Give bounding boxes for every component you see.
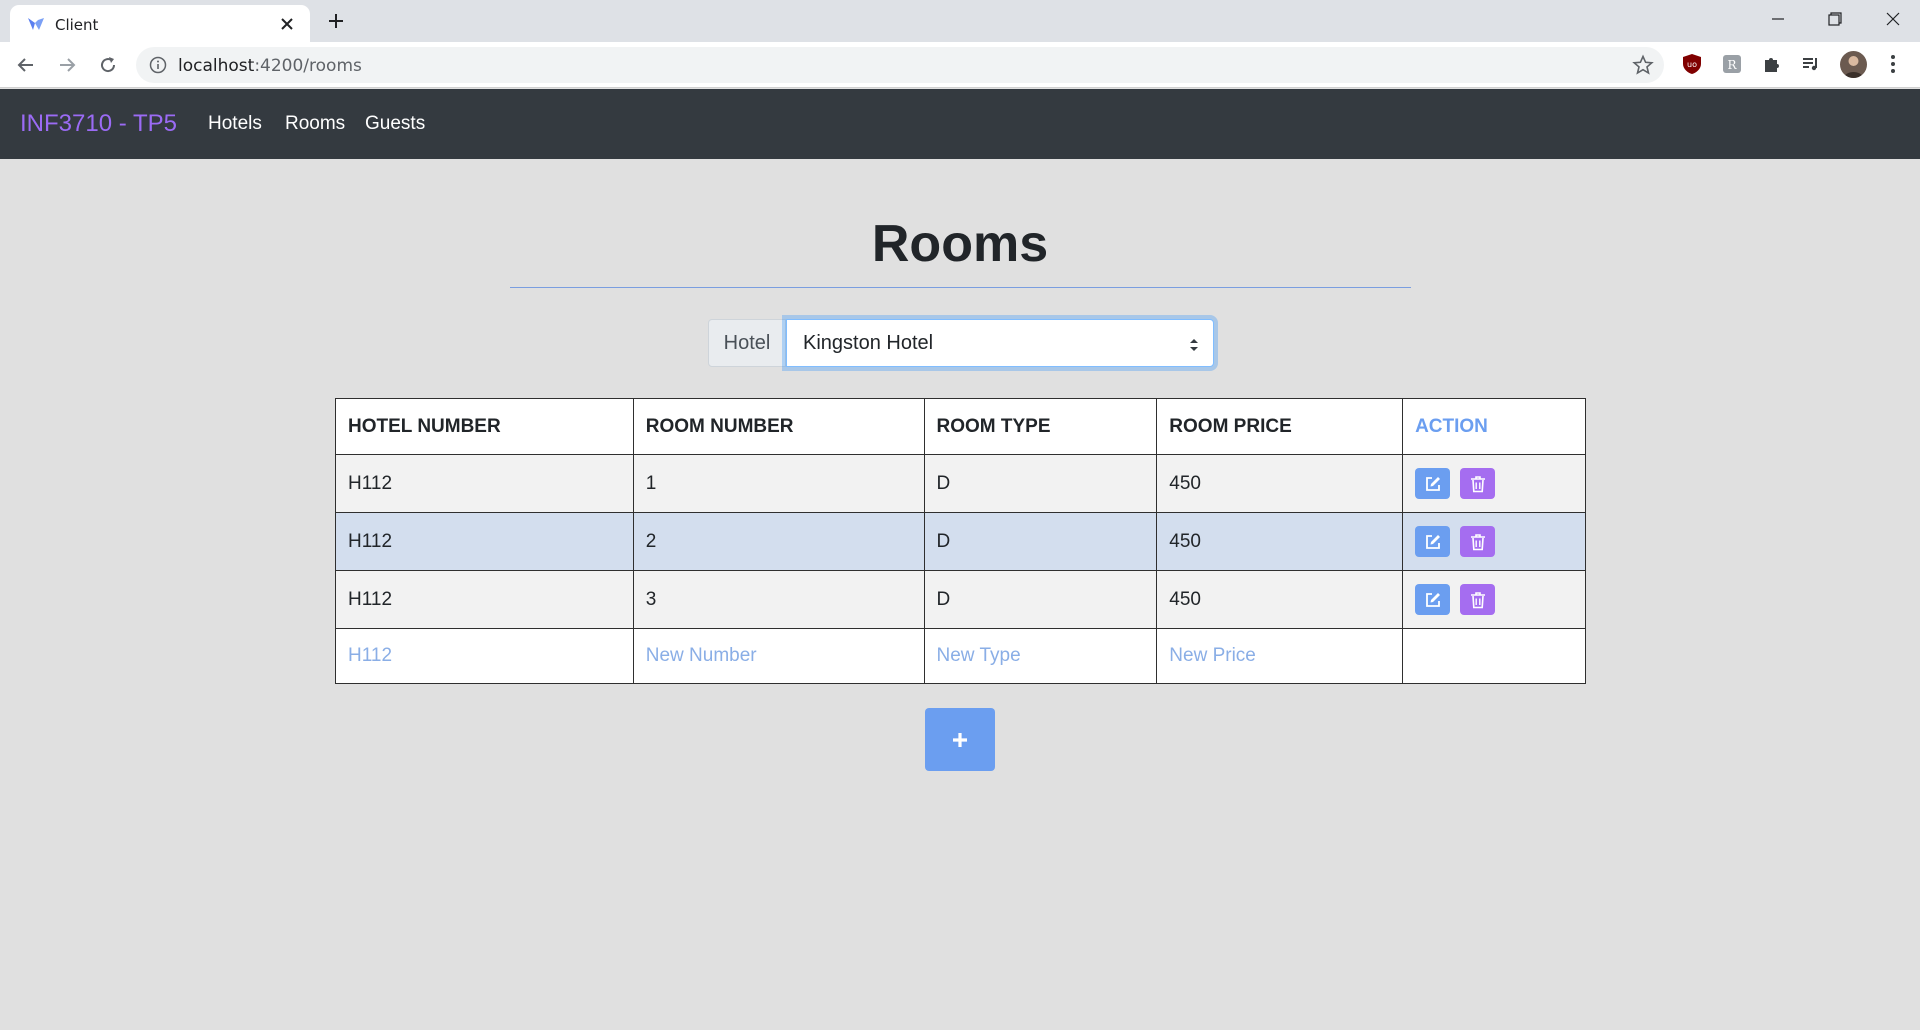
new-number-input[interactable]: New Number	[632, 628, 925, 684]
add-room-button[interactable]	[925, 708, 995, 771]
delete-button[interactable]	[1460, 526, 1496, 557]
url-host: localhost	[178, 56, 255, 76]
nav-link-hotels[interactable]: Hotels	[208, 113, 262, 135]
plus-icon	[953, 732, 967, 747]
nav-link-rooms[interactable]: Rooms	[285, 113, 345, 135]
hotel-select-label: Hotel	[708, 319, 786, 367]
col-header-hotel-number: HOTEL NUMBER	[335, 398, 634, 455]
svg-text:uo: uo	[1687, 60, 1697, 69]
trash-icon	[1470, 591, 1485, 608]
app-favicon-icon	[27, 16, 45, 32]
cell-actions	[1402, 570, 1586, 629]
svg-text:R: R	[1727, 58, 1737, 72]
edit-icon	[1425, 534, 1440, 549]
profile-avatar[interactable]	[1840, 51, 1867, 78]
page-title: Rooms	[871, 215, 1049, 273]
new-row-action-cell	[1402, 628, 1586, 684]
col-header-action: ACTION	[1402, 398, 1586, 455]
trash-icon	[1470, 533, 1485, 550]
trash-icon	[1470, 475, 1485, 492]
window-close-icon[interactable]	[1864, 0, 1920, 38]
delete-button[interactable]	[1460, 468, 1496, 499]
delete-button[interactable]	[1460, 584, 1496, 615]
table-row: H112 3 D 450	[335, 570, 1586, 629]
ublock-extension-icon[interactable]: uo	[1681, 53, 1703, 75]
col-header-room-type: ROOM TYPE	[923, 398, 1158, 455]
hotel-select-value: Kingston Hotel	[803, 331, 934, 354]
hotel-select[interactable]: Kingston Hotel	[786, 319, 1214, 367]
extensions-puzzle-icon[interactable]	[1761, 53, 1783, 75]
tab-title: Client	[55, 16, 99, 34]
cell-room-number: 2	[632, 512, 925, 571]
browser-menu-icon[interactable]	[1882, 53, 1904, 75]
cell-hotel-number: H112	[335, 512, 634, 571]
edit-button[interactable]	[1415, 584, 1451, 615]
tab-close-icon[interactable]	[278, 15, 296, 33]
site-info-icon[interactable]	[149, 56, 167, 74]
cell-room-number: 3	[632, 570, 925, 629]
new-hotel-number-cell[interactable]: H112	[335, 628, 634, 684]
edit-button[interactable]	[1415, 526, 1451, 557]
cell-actions	[1402, 512, 1586, 571]
table-header-row: HOTEL NUMBER ROOM NUMBER ROOM TYPE ROOM …	[335, 398, 1586, 455]
window-restore-icon[interactable]	[1806, 0, 1864, 38]
cell-hotel-number: H112	[335, 454, 634, 513]
media-control-icon[interactable]	[1800, 53, 1822, 75]
cell-room-type: D	[923, 512, 1158, 571]
new-price-input[interactable]: New Price	[1156, 628, 1404, 684]
nav-link-guests[interactable]: Guests	[365, 113, 425, 135]
cell-room-type: D	[923, 570, 1158, 629]
window-minimize-icon[interactable]	[1749, 0, 1807, 38]
col-header-room-price: ROOM PRICE	[1156, 398, 1404, 455]
bookmark-star-icon[interactable]	[1632, 54, 1654, 76]
cell-room-price: 450	[1156, 570, 1404, 629]
browser-toolbar: localhost:4200/rooms	[0, 42, 1920, 88]
app-navbar: INF3710 - TP5 Hotels Rooms Guests	[0, 89, 1920, 159]
cell-room-type: D	[923, 454, 1158, 513]
brand-link[interactable]: INF3710 - TP5	[20, 110, 177, 138]
cell-room-price: 450	[1156, 512, 1404, 571]
reload-icon[interactable]	[96, 53, 120, 77]
edit-icon	[1425, 476, 1440, 491]
r-extension-icon[interactable]: R	[1721, 53, 1743, 75]
col-header-room-number: ROOM NUMBER	[632, 398, 925, 455]
address-url: localhost:4200/rooms	[178, 56, 362, 76]
edit-button[interactable]	[1415, 468, 1451, 499]
cell-room-number: 1	[632, 454, 925, 513]
new-tab-icon[interactable]	[326, 11, 346, 31]
url-path: :4200/rooms	[254, 56, 362, 76]
cell-hotel-number: H112	[335, 570, 634, 629]
cell-room-price: 450	[1156, 454, 1404, 513]
cell-actions	[1402, 454, 1586, 513]
new-type-input[interactable]: New Type	[923, 628, 1158, 684]
forward-arrow-icon[interactable]	[55, 53, 79, 77]
back-arrow-icon[interactable]	[14, 53, 38, 77]
browser-tab[interactable]: Client	[10, 5, 310, 42]
table-row: H112 1 D 450	[335, 454, 1586, 513]
select-caret-icon	[1189, 336, 1199, 352]
browser-tabstrip: Client	[0, 0, 1920, 42]
new-room-row: H112 New Number New Type New Price	[335, 628, 1586, 684]
edit-icon	[1425, 592, 1440, 607]
rooms-table: HOTEL NUMBER ROOM NUMBER ROOM TYPE ROOM …	[335, 398, 1586, 684]
title-divider	[510, 287, 1411, 288]
address-bar[interactable]: localhost:4200/rooms	[136, 47, 1664, 83]
table-row: H112 2 D 450	[335, 512, 1586, 571]
